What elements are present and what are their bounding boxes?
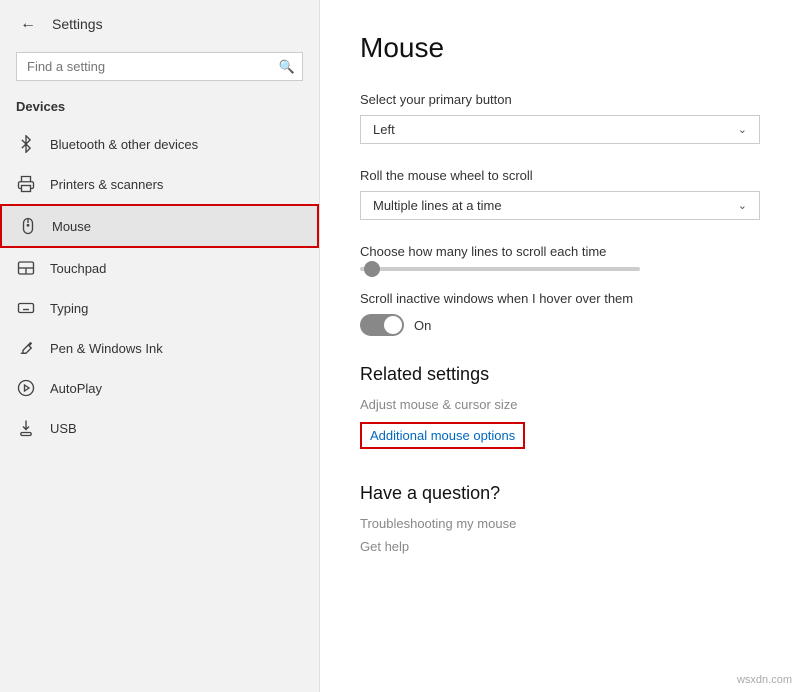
- sidebar-item-autoplay[interactable]: AutoPlay: [0, 368, 319, 408]
- toggle-thumb: [384, 316, 402, 334]
- watermark: wsxdn.com: [737, 674, 792, 686]
- sidebar-item-bluetooth[interactable]: Bluetooth & other devices: [0, 124, 319, 164]
- scroll-inactive-group: Scroll inactive windows when I hover ove…: [360, 291, 760, 336]
- primary-button-label: Select your primary button: [360, 92, 760, 107]
- sidebar-item-usb[interactable]: USB: [0, 408, 319, 448]
- scroll-wheel-label: Roll the mouse wheel to scroll: [360, 168, 760, 183]
- toggle-state-label: On: [414, 318, 431, 333]
- back-icon: ←: [20, 15, 36, 33]
- additional-mouse-options-link[interactable]: Additional mouse options: [360, 422, 525, 449]
- sidebar-item-printers-label: Printers & scanners: [50, 177, 163, 192]
- sidebar-header: ← Settings: [0, 0, 319, 48]
- sidebar-item-autoplay-label: AutoPlay: [50, 381, 102, 396]
- sidebar-item-mouse-label: Mouse: [52, 219, 91, 234]
- sidebar: ← Settings 🔍 Devices Bluetooth & other d…: [0, 0, 320, 692]
- sidebar-item-mouse[interactable]: Mouse: [0, 204, 319, 248]
- autoplay-icon: [16, 378, 36, 398]
- chevron-down-icon: ⌄: [738, 123, 747, 136]
- scroll-wheel-dropdown[interactable]: Multiple lines at a time ⌄: [360, 191, 760, 220]
- mouse-icon: [18, 216, 38, 236]
- scroll-wheel-group: Roll the mouse wheel to scroll Multiple …: [360, 168, 760, 220]
- primary-button-value: Left: [373, 122, 395, 137]
- typing-icon: [16, 298, 36, 318]
- usb-icon: [16, 418, 36, 438]
- related-settings-title: Related settings: [360, 364, 760, 385]
- scroll-inactive-toggle[interactable]: [360, 314, 404, 336]
- back-button[interactable]: ←: [16, 11, 40, 37]
- printer-icon: [16, 174, 36, 194]
- scroll-inactive-label: Scroll inactive windows when I hover ove…: [360, 291, 760, 306]
- scroll-lines-label: Choose how many lines to scroll each tim…: [360, 244, 760, 259]
- sidebar-item-usb-label: USB: [50, 421, 77, 436]
- primary-button-group: Select your primary button Left ⌄: [360, 92, 760, 144]
- search-box[interactable]: 🔍: [16, 52, 303, 81]
- sidebar-item-touchpad[interactable]: Touchpad: [0, 248, 319, 288]
- pen-icon: [16, 338, 36, 358]
- get-help-link: Get help: [360, 539, 760, 554]
- sidebar-item-typing[interactable]: Typing: [0, 288, 319, 328]
- search-icon: 🔍: [279, 59, 295, 75]
- sidebar-item-pen[interactable]: Pen & Windows Ink: [0, 328, 319, 368]
- toggle-row: On: [360, 314, 760, 336]
- primary-button-dropdown[interactable]: Left ⌄: [360, 115, 760, 144]
- sidebar-item-touchpad-label: Touchpad: [50, 261, 106, 276]
- adjust-cursor-link: Adjust mouse & cursor size: [360, 397, 760, 412]
- troubleshooting-link: Troubleshooting my mouse: [360, 516, 760, 531]
- question-title: Have a question?: [360, 483, 760, 504]
- page-title: Mouse: [360, 32, 760, 64]
- section-label: Devices: [0, 93, 319, 120]
- sidebar-item-bluetooth-label: Bluetooth & other devices: [50, 137, 198, 152]
- sidebar-item-printers[interactable]: Printers & scanners: [0, 164, 319, 204]
- search-input[interactable]: [16, 52, 303, 81]
- main-content: Mouse Select your primary button Left ⌄ …: [320, 0, 800, 692]
- sidebar-title: Settings: [52, 16, 103, 32]
- scroll-wheel-value: Multiple lines at a time: [373, 198, 502, 213]
- question-group: Have a question? Troubleshooting my mous…: [360, 483, 760, 554]
- scroll-lines-slider-container: [360, 267, 760, 271]
- sidebar-item-pen-label: Pen & Windows Ink: [50, 341, 163, 356]
- related-settings-group: Related settings Adjust mouse & cursor s…: [360, 364, 760, 459]
- scroll-lines-group: Choose how many lines to scroll each tim…: [360, 244, 760, 271]
- slider-thumb[interactable]: [364, 261, 380, 277]
- bluetooth-icon: [16, 134, 36, 154]
- touchpad-icon: [16, 258, 36, 278]
- slider-track: [360, 267, 640, 271]
- chevron-down-icon-2: ⌄: [738, 199, 747, 212]
- sidebar-item-typing-label: Typing: [50, 301, 88, 316]
